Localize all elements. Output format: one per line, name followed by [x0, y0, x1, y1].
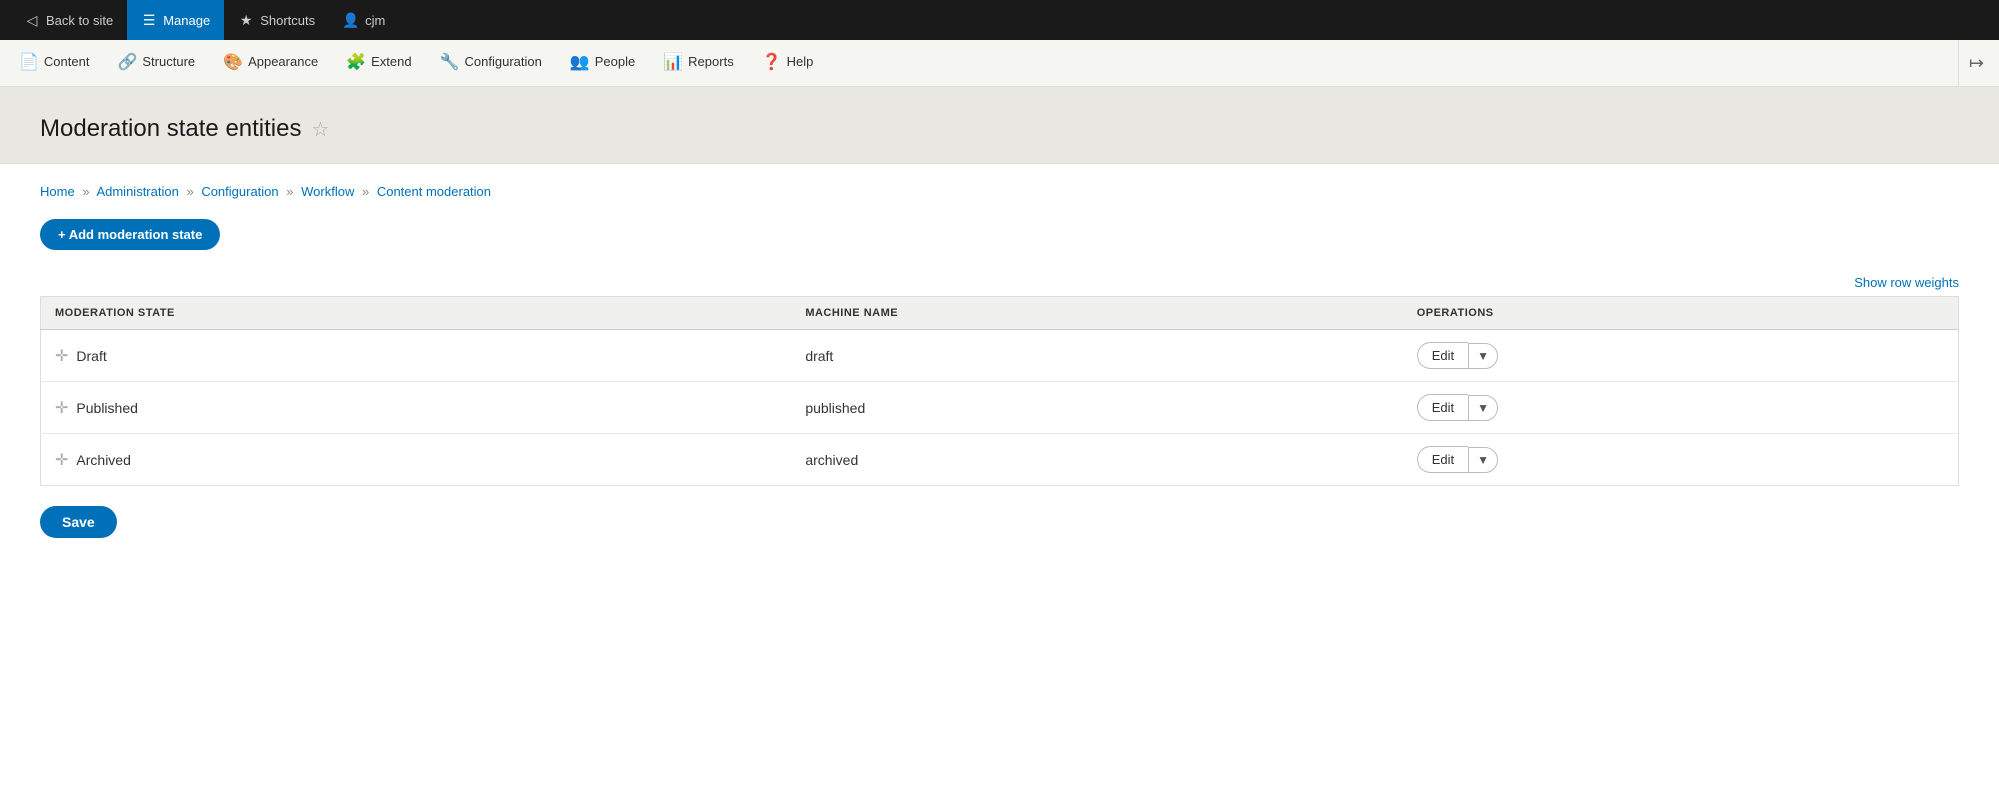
nav-item-content[interactable]: 📄 Content — [5, 40, 103, 86]
menu-icon: ☰ — [141, 12, 157, 28]
back-to-site-label: Back to site — [46, 13, 113, 28]
table-row: ✛ Draft draft Edit ▼ — [41, 330, 1959, 382]
edit-btn-group: Edit ▼ — [1417, 446, 1944, 473]
people-icon: 👥 — [570, 52, 590, 72]
nav-help-label: Help — [787, 54, 814, 69]
appearance-icon: 🎨 — [223, 52, 243, 72]
star-icon: ★ — [238, 12, 254, 28]
shortcuts-label: Shortcuts — [260, 13, 315, 28]
nav-item-structure[interactable]: 🔗 Structure — [103, 40, 209, 86]
col-machine-name: MACHINE NAME — [791, 297, 1402, 330]
row-weights-section: Show row weights — [40, 274, 1959, 290]
save-button[interactable]: Save — [40, 506, 117, 538]
nav-appearance-label: Appearance — [248, 54, 318, 69]
nav-item-appearance[interactable]: 🎨 Appearance — [209, 40, 332, 86]
edit-button-published[interactable]: Edit — [1417, 394, 1468, 421]
back-icon: ◁ — [24, 12, 40, 28]
manage-label: Manage — [163, 13, 210, 28]
nav-content-label: Content — [44, 54, 90, 69]
breadcrumb-sep-4: » — [362, 184, 369, 199]
edit-dropdown-button-draft[interactable]: ▼ — [1468, 343, 1498, 369]
edit-btn-group: Edit ▼ — [1417, 342, 1944, 369]
cell-machine-name: published — [791, 382, 1402, 434]
back-to-site-link[interactable]: ◁ Back to site — [10, 0, 127, 40]
edit-btn-group: Edit ▼ — [1417, 394, 1944, 421]
secondary-nav: 📄 Content 🔗 Structure 🎨 Appearance 🧩 Ext… — [0, 40, 1999, 87]
breadcrumb-home[interactable]: Home — [40, 184, 75, 199]
extend-icon: 🧩 — [346, 52, 366, 72]
cell-machine-name: draft — [791, 330, 1402, 382]
nav-item-help[interactable]: ❓ Help — [748, 40, 828, 86]
main-content: Home » Administration » Configuration » … — [0, 164, 1999, 578]
state-name: Archived — [76, 452, 130, 468]
cell-operations: Edit ▼ — [1403, 434, 1959, 486]
drag-handle-icon[interactable]: ✛ — [55, 450, 68, 470]
manage-link[interactable]: ☰ Manage — [127, 0, 224, 40]
nav-structure-label: Structure — [142, 54, 195, 69]
show-row-weights-link[interactable]: Show row weights — [1854, 275, 1959, 290]
drag-handle-icon[interactable]: ✛ — [55, 346, 68, 366]
config-icon: 🔧 — [440, 52, 460, 72]
nav-collapse-button[interactable]: ↦ — [1958, 40, 1994, 86]
nav-extend-label: Extend — [371, 54, 411, 69]
cell-operations: Edit ▼ — [1403, 382, 1959, 434]
nav-people-label: People — [595, 54, 635, 69]
nav-item-extend[interactable]: 🧩 Extend — [332, 40, 425, 86]
nav-configuration-label: Configuration — [465, 54, 542, 69]
edit-button-archived[interactable]: Edit — [1417, 446, 1468, 473]
breadcrumb-workflow[interactable]: Workflow — [301, 184, 354, 199]
breadcrumb-configuration[interactable]: Configuration — [201, 184, 278, 199]
user-label: cjm — [365, 13, 385, 28]
cell-moderation-state: ✛ Published — [41, 382, 792, 434]
col-operations: OPERATIONS — [1403, 297, 1959, 330]
admin-bar: ◁ Back to site ☰ Manage ★ Shortcuts 👤 cj… — [0, 0, 1999, 40]
shortcut-star-icon[interactable]: ☆ — [311, 117, 329, 142]
breadcrumb-content-moderation[interactable]: Content moderation — [377, 184, 491, 199]
reports-icon: 📊 — [663, 52, 683, 72]
cell-machine-name: archived — [791, 434, 1402, 486]
edit-dropdown-button-archived[interactable]: ▼ — [1468, 447, 1498, 473]
user-icon: 👤 — [343, 12, 359, 28]
col-moderation-state: MODERATION STATE — [41, 297, 792, 330]
edit-dropdown-button-published[interactable]: ▼ — [1468, 395, 1498, 421]
nav-item-configuration[interactable]: 🔧 Configuration — [426, 40, 556, 86]
shortcuts-link[interactable]: ★ Shortcuts — [224, 0, 329, 40]
add-moderation-state-button[interactable]: + Add moderation state — [40, 219, 220, 250]
table-row: ✛ Published published Edit ▼ — [41, 382, 1959, 434]
breadcrumb-sep-1: » — [82, 184, 89, 199]
table-header: MODERATION STATE MACHINE NAME OPERATIONS — [41, 297, 1959, 330]
table-header-row: MODERATION STATE MACHINE NAME OPERATIONS — [41, 297, 1959, 330]
nav-spacer — [827, 40, 1958, 86]
moderation-states-table: MODERATION STATE MACHINE NAME OPERATIONS… — [40, 296, 1959, 486]
breadcrumb-sep-3: » — [286, 184, 293, 199]
cell-operations: Edit ▼ — [1403, 330, 1959, 382]
user-link[interactable]: 👤 cjm — [329, 0, 399, 40]
nav-item-people[interactable]: 👥 People — [556, 40, 649, 86]
breadcrumb-administration[interactable]: Administration — [96, 184, 178, 199]
content-icon: 📄 — [19, 52, 39, 72]
drag-handle-icon[interactable]: ✛ — [55, 398, 68, 418]
cell-moderation-state: ✛ Archived — [41, 434, 792, 486]
edit-button-draft[interactable]: Edit — [1417, 342, 1468, 369]
page-title: Moderation state entities ☆ — [40, 115, 1959, 143]
breadcrumb-sep-2: » — [186, 184, 193, 199]
state-name: Published — [76, 400, 138, 416]
structure-icon: 🔗 — [117, 52, 137, 72]
table-body: ✛ Draft draft Edit ▼ ✛ Published published E… — [41, 330, 1959, 486]
breadcrumb: Home » Administration » Configuration » … — [40, 184, 1959, 199]
help-icon: ❓ — [762, 52, 782, 72]
nav-item-reports[interactable]: 📊 Reports — [649, 40, 747, 86]
cell-moderation-state: ✛ Draft — [41, 330, 792, 382]
state-name: Draft — [76, 348, 106, 364]
table-row: ✛ Archived archived Edit ▼ — [41, 434, 1959, 486]
page-header: Moderation state entities ☆ — [0, 87, 1999, 164]
nav-reports-label: Reports — [688, 54, 734, 69]
